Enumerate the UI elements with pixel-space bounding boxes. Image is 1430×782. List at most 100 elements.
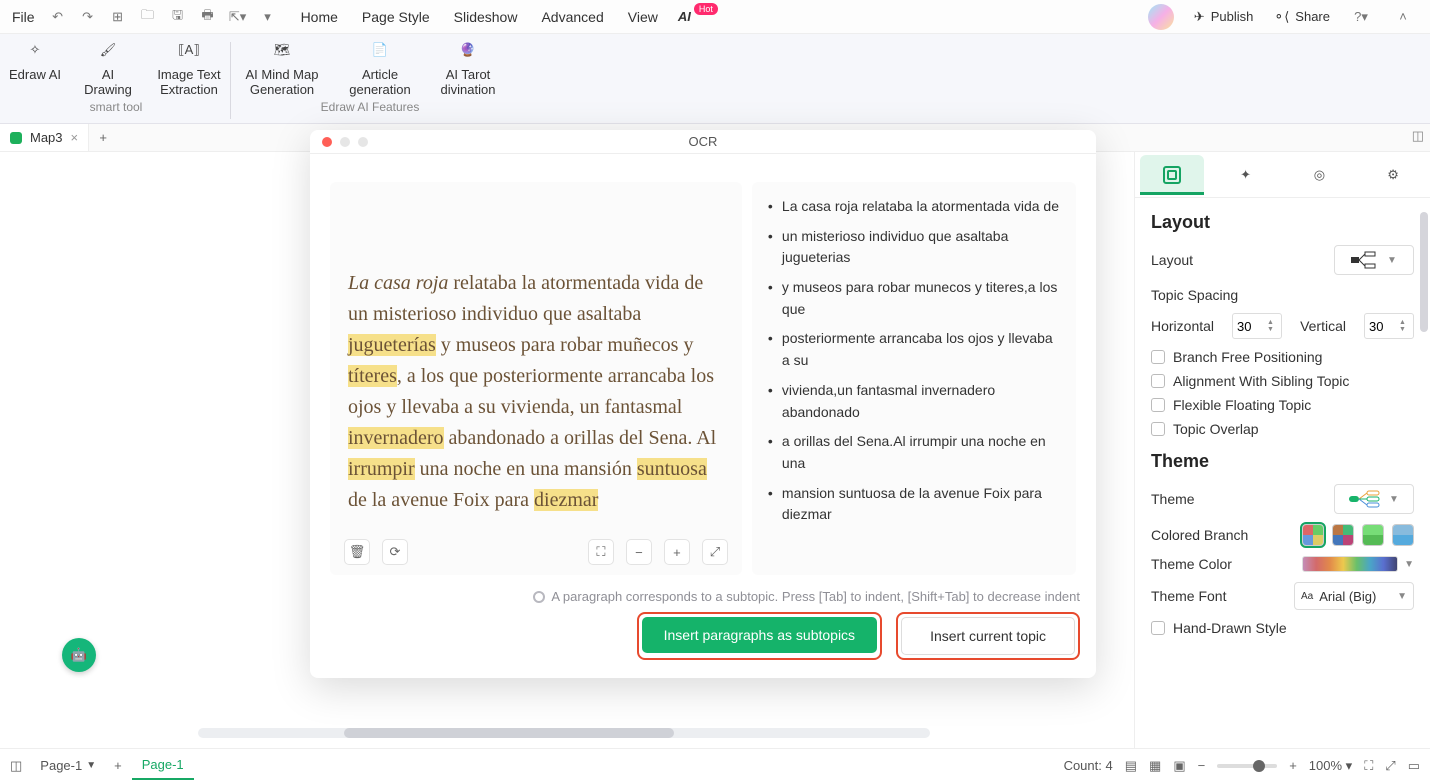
- print-icon[interactable]: 🖶: [197, 6, 219, 28]
- doc-type-icon: [10, 132, 22, 144]
- ribbon-mindmap[interactable]: 🗺 AI Mind Map Generation: [237, 38, 327, 98]
- zoom-knob[interactable]: [1253, 760, 1265, 772]
- ocr-bullet[interactable]: y museos para robar munecos y titeres,a …: [768, 273, 1060, 324]
- menu-advanced[interactable]: Advanced: [537, 5, 607, 29]
- panel-tab-settings[interactable]: ⚙: [1361, 155, 1425, 195]
- ocr-bullet[interactable]: La casa roja relataba la atormentada vid…: [768, 192, 1060, 222]
- theme-select[interactable]: ▼: [1334, 484, 1414, 514]
- sparkle-icon: ✦: [1240, 167, 1251, 183]
- horizontal-input[interactable]: [1233, 319, 1263, 334]
- scrollbar-thumb[interactable]: [344, 728, 673, 738]
- redo-icon[interactable]: ↷: [77, 6, 99, 28]
- pages-panel-icon[interactable]: ◫: [10, 758, 22, 774]
- menu-ai[interactable]: AI Hot: [678, 9, 718, 24]
- swatch-4[interactable]: [1392, 524, 1414, 546]
- ribbon-article[interactable]: 📄 Article generation: [343, 38, 417, 98]
- ocr-bullet[interactable]: un misterioso individuo que asaltaba jug…: [768, 222, 1060, 273]
- section-layout-title: Layout: [1151, 212, 1414, 233]
- ribbon-edraw-ai[interactable]: ✧ Edraw AI: [8, 38, 62, 98]
- swatch-3[interactable]: [1362, 524, 1384, 546]
- new-icon[interactable]: ⊞: [107, 6, 129, 28]
- help-icon[interactable]: ?▾: [1350, 6, 1372, 28]
- ocr-bullet[interactable]: posteriormente arrancaba los ojos y llev…: [768, 324, 1060, 375]
- colored-branch-label: Colored Branch: [1151, 527, 1248, 543]
- panel-tab-layout[interactable]: [1140, 155, 1204, 195]
- zoom-value: 100%: [1309, 758, 1342, 773]
- ribbon-ai-drawing[interactable]: 🖌 AI Drawing: [78, 38, 138, 98]
- ribbon-image-text-extraction[interactable]: ⟦A⟧ Image Text Extraction: [154, 38, 224, 98]
- radio-icon[interactable]: [533, 591, 545, 603]
- delete-icon[interactable]: 🗑: [344, 539, 370, 565]
- close-tab-icon[interactable]: ×: [71, 130, 79, 145]
- view-page-icon[interactable]: ▦: [1149, 758, 1161, 774]
- layout-select[interactable]: ▼: [1334, 245, 1414, 275]
- zoom-out-button[interactable]: −: [1198, 758, 1206, 773]
- horizontal-scrollbar[interactable]: [198, 728, 930, 738]
- chk-label: Alignment With Sibling Topic: [1173, 373, 1349, 389]
- menu-home[interactable]: Home: [297, 5, 342, 29]
- menu-page-style[interactable]: Page Style: [358, 5, 434, 29]
- chk-hand-drawn[interactable]: Hand-Drawn Style: [1151, 620, 1414, 636]
- share-button[interactable]: ⚬⟨ Share: [1273, 9, 1330, 25]
- document-tab[interactable]: Map3 ×: [0, 124, 89, 151]
- zoom-out-icon[interactable]: −: [626, 539, 652, 565]
- publish-button[interactable]: ✈ Publish: [1194, 9, 1254, 25]
- collapse-ribbon-icon[interactable]: ˄: [1392, 6, 1414, 28]
- vertical-spinner[interactable]: ▲▼: [1364, 313, 1414, 339]
- zoom-slider[interactable]: [1217, 764, 1277, 768]
- page-tab-active[interactable]: Page-1: [132, 751, 194, 780]
- ocr-bullet[interactable]: a orillas del Sena.Al irrumpir una noche…: [768, 427, 1060, 478]
- panel-tab-map[interactable]: ◎: [1287, 155, 1351, 195]
- fullscreen-icon[interactable]: ⤢: [702, 539, 728, 565]
- vertical-input[interactable]: [1365, 319, 1395, 334]
- ocr-seg: abandonado a orillas del Sena. Al: [444, 427, 717, 449]
- chk-branch-free[interactable]: Branch Free Positioning: [1151, 349, 1414, 365]
- insert-current-topic-button[interactable]: Insert current topic: [901, 617, 1075, 655]
- swatch-2[interactable]: [1332, 524, 1354, 546]
- undo-icon[interactable]: ↶: [47, 6, 69, 28]
- menu-slideshow[interactable]: Slideshow: [450, 5, 522, 29]
- chevron-down-icon[interactable]: ▼: [1404, 559, 1414, 570]
- view-presentation-icon[interactable]: ▣: [1173, 758, 1185, 774]
- view-outline-icon[interactable]: ▤: [1125, 758, 1137, 774]
- open-icon[interactable]: 🗀: [137, 6, 159, 28]
- fit-icon[interactable]: ⛶: [588, 539, 614, 565]
- zoom-in-button[interactable]: +: [1289, 758, 1297, 773]
- page-select[interactable]: Page-1 ▼: [32, 754, 104, 777]
- save-icon[interactable]: 🖫: [167, 6, 189, 28]
- panel-scrollbar[interactable]: [1420, 212, 1428, 734]
- export-icon[interactable]: ⇱▾: [227, 6, 249, 28]
- focus-mode-icon[interactable]: ▭: [1408, 758, 1420, 774]
- location-icon: ◎: [1314, 167, 1325, 183]
- reload-icon[interactable]: ⟳: [382, 539, 408, 565]
- theme-color-select[interactable]: [1302, 556, 1398, 572]
- theme-font-select[interactable]: Aa Arial (Big) ▼: [1294, 582, 1414, 610]
- toggle-panel-icon[interactable]: ◫: [1412, 128, 1424, 144]
- more-qat-icon[interactable]: ▾: [257, 6, 279, 28]
- zoom-in-icon[interactable]: +: [664, 539, 690, 565]
- add-page-icon[interactable]: +: [114, 758, 122, 773]
- ai-assistant-fab[interactable]: 🤖: [62, 638, 96, 672]
- topbar: File ↶ ↷ ⊞ 🗀 🖫 🖶 ⇱▾ ▾ Home Page Style Sl…: [0, 0, 1430, 34]
- fit-page-icon[interactable]: ⛶: [1364, 758, 1373, 774]
- ocr-highlight: invernadero: [348, 427, 444, 449]
- avatar[interactable]: [1148, 4, 1174, 30]
- panel-tab-style[interactable]: ✦: [1214, 155, 1278, 195]
- ribbon-tarot[interactable]: 🔮 AI Tarot divination: [433, 38, 503, 98]
- chk-alignment[interactable]: Alignment With Sibling Topic: [1151, 373, 1414, 389]
- add-tab-button[interactable]: +: [89, 124, 117, 151]
- ocr-result-pane[interactable]: La casa roja relataba la atormentada vid…: [752, 182, 1076, 575]
- horizontal-spinner[interactable]: ▲▼: [1232, 313, 1282, 339]
- ocr-bullet[interactable]: vivienda,un fantasmal invernadero abando…: [768, 376, 1060, 427]
- insert-subtopics-button[interactable]: Insert paragraphs as subtopics: [642, 617, 877, 653]
- swatch-1[interactable]: [1302, 524, 1324, 546]
- ocr-bullet[interactable]: mansion suntuosa de la avenue Foix para …: [768, 479, 1060, 530]
- chk-overlap[interactable]: Topic Overlap: [1151, 421, 1414, 437]
- zoom-readout[interactable]: 100% ▾: [1309, 758, 1352, 774]
- menu-view[interactable]: View: [624, 5, 662, 29]
- tarot-icon: 🔮: [456, 42, 480, 66]
- menu-file[interactable]: File: [8, 5, 39, 29]
- chk-flexible[interactable]: Flexible Floating Topic: [1151, 397, 1414, 413]
- panel-scroll-thumb[interactable]: [1420, 212, 1428, 332]
- fullscreen-icon[interactable]: ⤢: [1385, 758, 1395, 774]
